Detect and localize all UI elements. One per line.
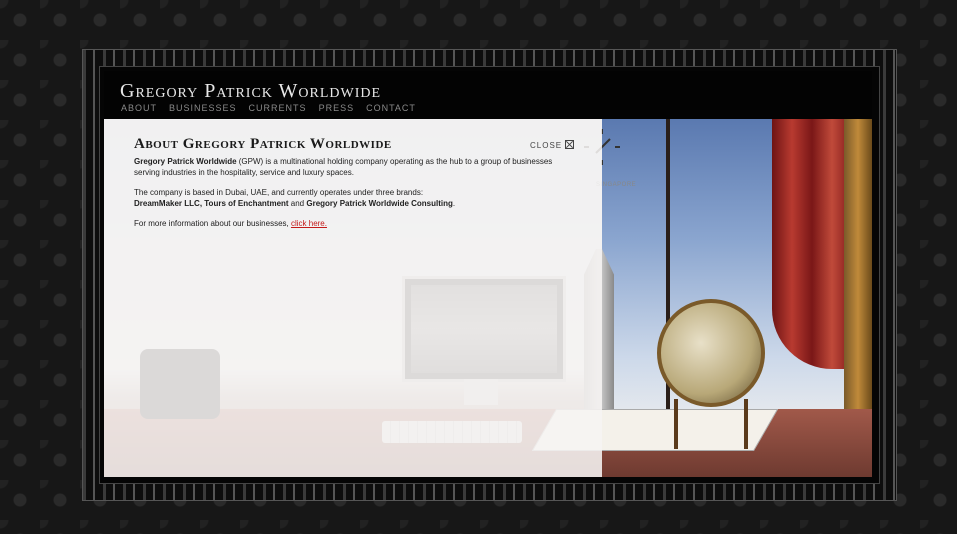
- brand-and: and: [288, 198, 307, 208]
- clock-city-label: SINGAPORE: [596, 182, 637, 188]
- nav-businesses[interactable]: BUSINESSES: [169, 103, 237, 113]
- click-here-link[interactable]: click here.: [291, 219, 327, 228]
- main-nav: ABOUT BUSINESSES CURRENTS PRESS CONTACT: [121, 103, 416, 113]
- nav-press[interactable]: PRESS: [319, 103, 355, 113]
- close-icon: [565, 140, 575, 149]
- brand-tours: Tours of Enchantment: [204, 198, 289, 208]
- brands-intro: The company is based in Dubai, UAE, and …: [134, 188, 424, 197]
- close-button[interactable]: CLOSE: [530, 140, 575, 150]
- more-info-text: For more information about our businesse…: [134, 219, 291, 228]
- nav-currents[interactable]: CURRENTS: [249, 103, 307, 113]
- brand-dreammaker: DreamMaker LLC: [134, 198, 200, 208]
- brands-end: .: [452, 198, 456, 208]
- red-curtain: [772, 119, 852, 369]
- globe-stand: [674, 399, 748, 449]
- desk-globe: [657, 299, 765, 407]
- more-info-paragraph: For more information about our businesse…: [134, 219, 572, 230]
- nav-about[interactable]: ABOUT: [121, 103, 157, 113]
- nav-contact[interactable]: CONTACT: [366, 103, 416, 113]
- panel-title: About Gregory Patrick Worldwide: [134, 136, 392, 152]
- brands-paragraph: The company is based in Dubai, UAE, and …: [134, 188, 572, 209]
- site-logo-title[interactable]: Gregory Patrick Worldwide: [120, 80, 381, 103]
- brand-consulting: Gregory Patrick Worldwide Consulting: [306, 198, 453, 208]
- intro-paragraph: Gregory Patrick Worldwide (GPW) is a mul…: [134, 157, 572, 178]
- close-label: CLOSE: [530, 141, 563, 150]
- panel-body: Gregory Patrick Worldwide (GPW) is a mul…: [134, 157, 572, 240]
- company-name: Gregory Patrick Worldwide: [134, 157, 237, 166]
